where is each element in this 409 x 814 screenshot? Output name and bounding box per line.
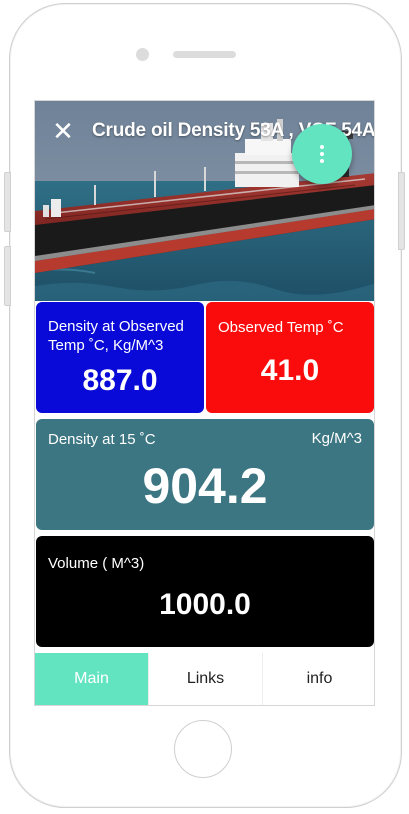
- close-icon[interactable]: ✕: [51, 118, 75, 144]
- observed-temp-label: Observed Temp ˚C: [218, 319, 344, 336]
- volume-card[interactable]: Volume ( M^3) 1000.0: [36, 536, 374, 647]
- observed-temp-card[interactable]: Observed Temp ˚C 41.0: [206, 302, 374, 413]
- app-screen: ✕ Crude oil Density 53A , VCF 54A Densit…: [34, 100, 375, 706]
- tab-info[interactable]: info: [262, 653, 374, 705]
- tab-main[interactable]: Main: [35, 653, 148, 705]
- hero-image-tanker: ✕ Crude oil Density 53A , VCF 54A: [35, 101, 374, 301]
- density-15-card: Density at 15 ˚C Kg/M^3 904.2: [36, 419, 374, 530]
- density-15-label: Density at 15 ˚C: [48, 431, 156, 448]
- density-15-unit: Kg/M^3: [311, 430, 362, 447]
- power-button: [398, 172, 405, 250]
- density-15-value: 904.2: [142, 458, 268, 514]
- volume-label: Volume ( M^3): [48, 555, 145, 572]
- observed-density-value: 887.0: [82, 364, 158, 397]
- observed-density-label: Density at Observed Temp ˚C, Kg/M^3: [48, 318, 184, 354]
- volume-up-button: [4, 172, 11, 232]
- volume-value: 1000.0: [159, 588, 251, 621]
- bottom-tab-bar: Main Links info: [35, 653, 374, 705]
- observed-density-card[interactable]: Density at Observed Temp ˚C, Kg/M^3 887.…: [36, 302, 204, 413]
- more-options-button[interactable]: [292, 124, 352, 184]
- tab-links[interactable]: Links: [148, 653, 262, 705]
- more-vertical-icon: [319, 145, 325, 163]
- volume-down-button: [4, 246, 11, 306]
- observed-temp-value: 41.0: [260, 354, 320, 387]
- front-camera: [136, 48, 149, 61]
- home-button[interactable]: [174, 720, 232, 778]
- earpiece-speaker: [173, 51, 236, 58]
